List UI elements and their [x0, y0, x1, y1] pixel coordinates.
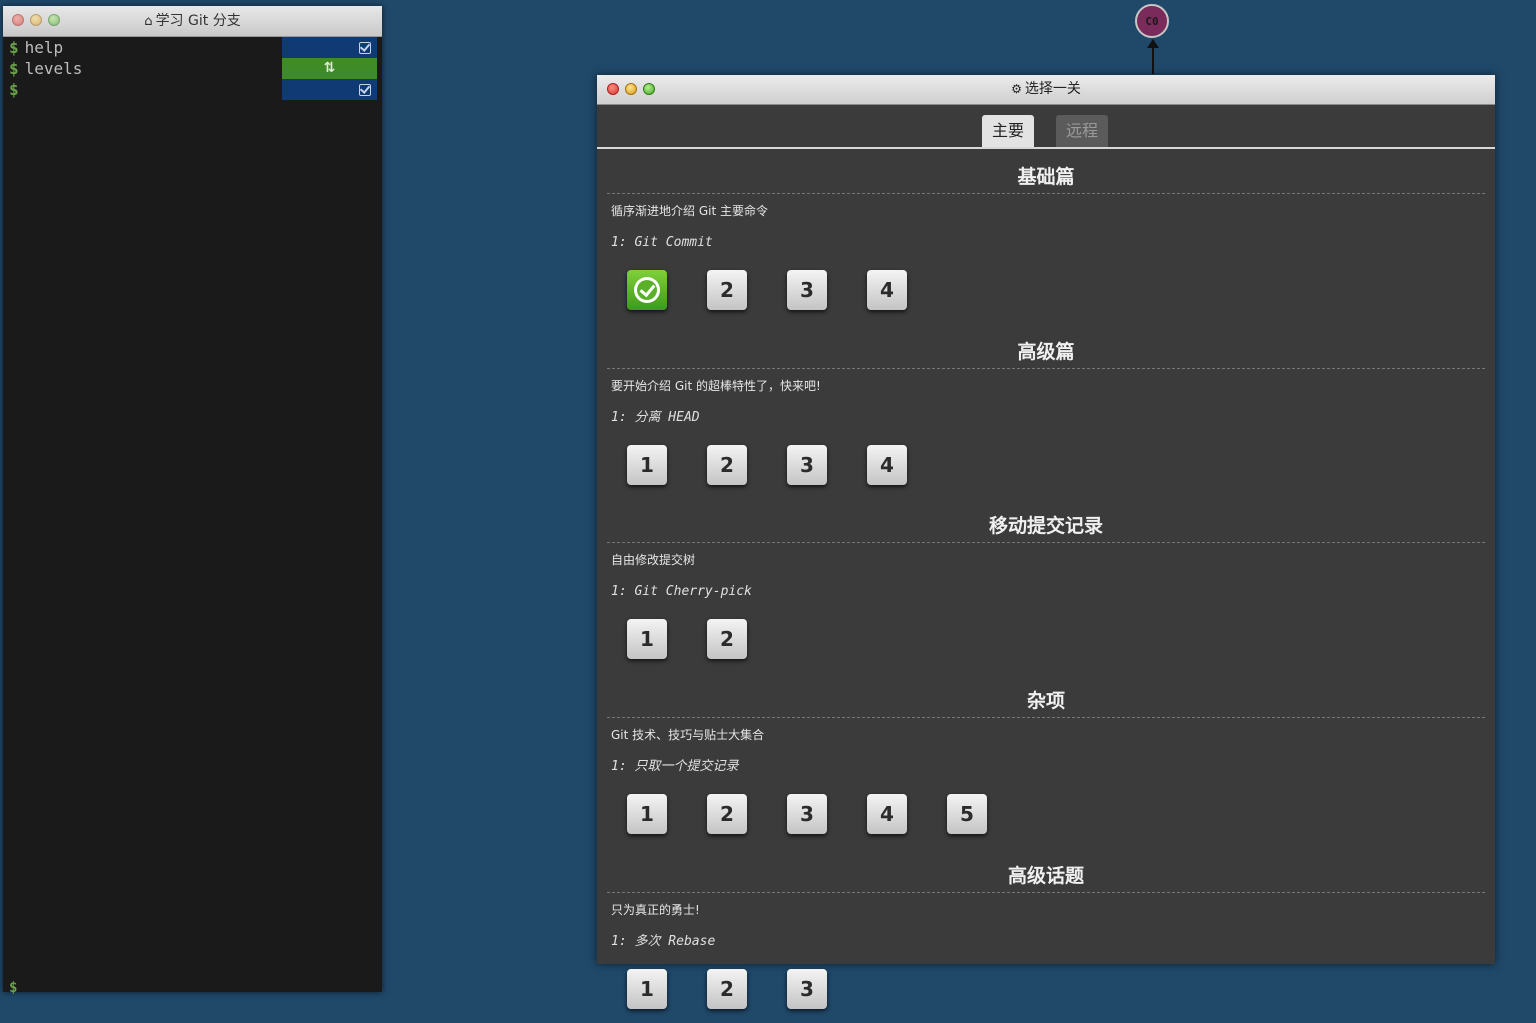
level-section: 移动提交记录 自由修改提交树 1: Git Cherry-pick 1 2	[597, 510, 1495, 673]
level-button[interactable]: 2	[707, 270, 747, 310]
section-first-level: 1: Git Commit	[611, 235, 713, 250]
section-divider	[607, 542, 1485, 543]
level-buttons: 1 2 3 4 5	[597, 776, 1495, 848]
terminal-line: $	[3, 79, 382, 100]
level-button[interactable]: 1	[627, 445, 667, 485]
command-status-badge	[282, 37, 377, 58]
section-title: 高级话题	[1007, 865, 1084, 887]
level-section: 高级篇 要开始介绍 Git 的超棒特性了，快来吧! 1: 分离 HEAD 1 2…	[597, 336, 1495, 499]
commit-label: C0	[1145, 14, 1159, 28]
dialog-titlebar: ⚙ 选择一关	[597, 75, 1495, 105]
prompt-symbol: $	[9, 59, 19, 78]
section-title: 基础篇	[1017, 166, 1075, 188]
command-status-badge	[282, 79, 377, 100]
prompt-symbol: $	[9, 80, 19, 99]
terminal-titlebar: ⌂ 学习 Git 分支	[3, 6, 382, 37]
dialog-title-text: 选择一关	[1024, 81, 1081, 97]
level-button[interactable]: 3	[787, 270, 827, 310]
section-title: 杂项	[1026, 690, 1065, 712]
gear-icon: ⚙	[1011, 82, 1022, 96]
level-button[interactable]: 3	[787, 969, 827, 1009]
level-buttons: 1 2 3	[597, 951, 1495, 1023]
section-divider	[607, 892, 1485, 893]
level-button-completed[interactable]	[627, 270, 667, 310]
level-button[interactable]: 4	[867, 445, 907, 485]
swap-icon: ⇅	[323, 60, 336, 76]
level-button[interactable]: 5	[947, 794, 987, 834]
section-divider	[607, 368, 1485, 369]
section-first-level: 1: Git Cherry-pick	[611, 584, 752, 599]
commit-arrow	[1147, 39, 1159, 74]
home-icon: ⌂	[144, 14, 153, 29]
level-button[interactable]: 1	[627, 794, 667, 834]
prompt-symbol: $	[9, 38, 19, 57]
command-text: levels	[24, 59, 83, 78]
level-button[interactable]: 1	[627, 619, 667, 659]
level-button[interactable]: 4	[867, 794, 907, 834]
section-title: 移动提交记录	[988, 515, 1103, 537]
level-button[interactable]: 2	[707, 619, 747, 659]
level-buttons: 1 2	[597, 601, 1495, 673]
level-button[interactable]: 3	[787, 794, 827, 834]
level-section: 高级话题 只为真正的勇士! 1: 多次 Rebase 1 2 3	[597, 860, 1495, 1023]
section-description: Git 技术、技巧与贴士大集合	[611, 728, 765, 742]
terminal-title-text: 学习 Git 分支	[155, 13, 241, 29]
command-status-badge: ⇅	[282, 58, 377, 79]
terminal-output: $ help $ levels ⇅ $	[3, 37, 382, 100]
terminal-line: $ help	[3, 37, 382, 58]
section-first-level: 1: 只取一个提交记录	[611, 759, 739, 774]
checkmark-circle-icon	[634, 277, 660, 303]
terminal-input-prompt[interactable]: $	[9, 980, 17, 996]
terminal-line: $ levels ⇅	[3, 58, 382, 79]
check-icon	[359, 83, 371, 96]
section-description: 要开始介绍 Git 的超棒特性了，快来吧!	[611, 379, 821, 393]
section-first-level: 1: 分离 HEAD	[611, 410, 700, 425]
section-description: 只为真正的勇士!	[611, 903, 700, 917]
level-button[interactable]: 1	[627, 969, 667, 1009]
level-button[interactable]: 2	[707, 969, 747, 1009]
section-description: 循序渐进地介绍 Git 主要命令	[611, 204, 768, 218]
level-button[interactable]: 4	[867, 270, 907, 310]
section-first-level: 1: 多次 Rebase	[611, 934, 716, 949]
terminal-window: ⌂ 学习 Git 分支 $ help $ levels ⇅ $ $	[3, 6, 382, 996]
commit-node-c0[interactable]: C0	[1135, 4, 1169, 38]
level-buttons: 2 3 4	[597, 252, 1495, 324]
dialog-title: ⚙ 选择一关	[597, 75, 1495, 104]
tab-bar: 主要 远程	[597, 105, 1495, 149]
tab-remote[interactable]: 远程	[1056, 115, 1109, 147]
level-button[interactable]: 2	[707, 794, 747, 834]
check-icon	[359, 41, 371, 54]
terminal-title: ⌂ 学习 Git 分支	[3, 6, 382, 37]
section-divider	[607, 193, 1485, 194]
section-title: 高级篇	[1017, 341, 1075, 363]
tab-main[interactable]: 主要	[982, 115, 1035, 147]
level-section: 基础篇 循序渐进地介绍 Git 主要命令 1: Git Commit 2 3 4	[597, 161, 1495, 324]
section-divider	[607, 717, 1485, 718]
command-text: help	[24, 38, 64, 57]
level-buttons: 1 2 3 4	[597, 427, 1495, 499]
level-button[interactable]: 2	[707, 445, 747, 485]
level-section: 杂项 Git 技术、技巧与贴士大集合 1: 只取一个提交记录 1 2 3 4 5	[597, 685, 1495, 848]
level-select-dialog: ⚙ 选择一关 主要 远程 基础篇 循序渐进地介绍 Git 主要命令 1: Git …	[597, 75, 1495, 1009]
section-description: 自由修改提交树	[611, 553, 696, 567]
level-button[interactable]: 3	[787, 445, 827, 485]
